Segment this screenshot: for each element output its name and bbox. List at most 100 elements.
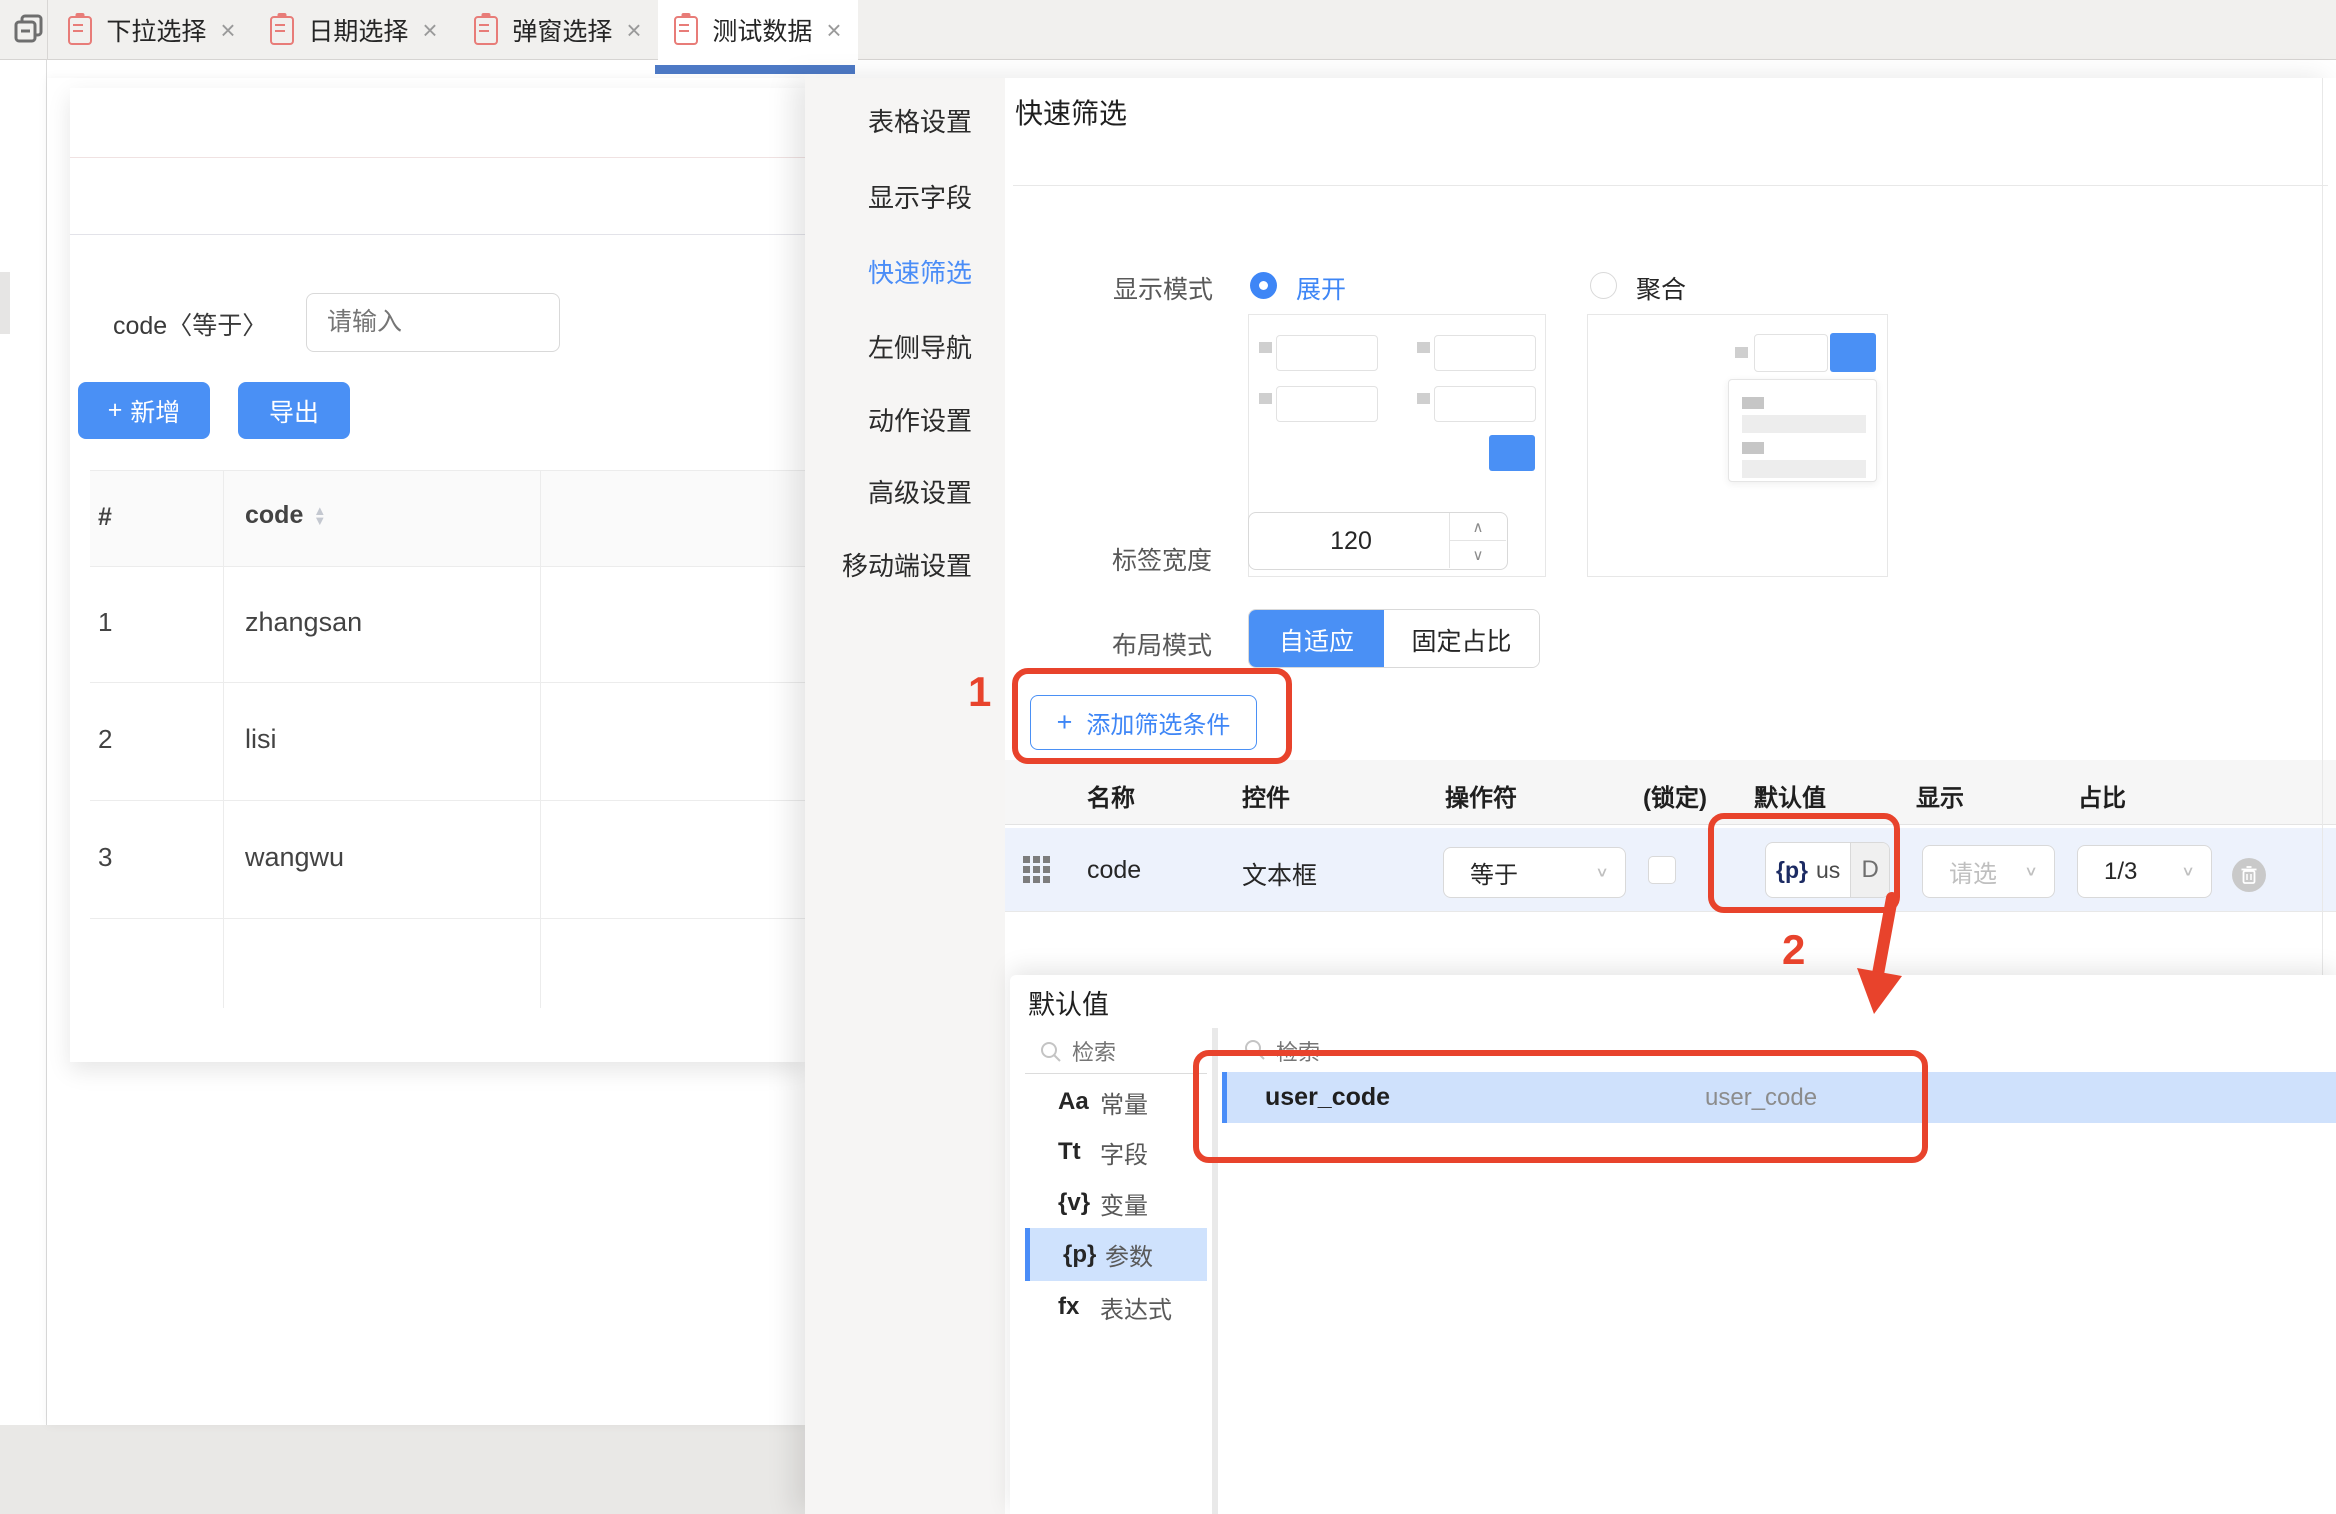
export-button[interactable]: 导出 [238, 382, 350, 439]
radio-aggregate[interactable] [1590, 272, 1617, 299]
cell-code: zhangsan [245, 607, 362, 638]
cell-code: lisi [245, 724, 277, 755]
ratio-select[interactable]: 1/3 ∨ [2077, 845, 2212, 898]
category-item-parameter-selected[interactable]: {p} 参数 [1025, 1228, 1207, 1281]
category-search-input[interactable] [1070, 1035, 1204, 1071]
chevron-down-icon: ∨ [2181, 863, 2195, 880]
table-row[interactable]: 2 lisi [90, 683, 805, 801]
filter-field-label: code〈等于〉 [113, 306, 267, 342]
col-header-code[interactable]: code ▲▼ [245, 501, 326, 530]
drawer-title: 快速筛选 [1015, 92, 1127, 132]
preview-dropdown-panel [1728, 379, 1877, 482]
trash-icon [2241, 866, 2257, 884]
layout-mode-label: 布局模式 [1112, 626, 1212, 662]
add-record-button[interactable]: + 新增 [78, 382, 210, 439]
operator-select[interactable]: 等于 ∨ [1443, 847, 1626, 898]
table-row[interactable]: 1 zhangsan [90, 567, 805, 683]
sort-icon[interactable]: ▲▼ [313, 506, 326, 526]
cell-index: 1 [98, 607, 112, 638]
data-table: # code ▲▼ 1 zhangsan 2 lisi 3 wangwu [90, 470, 805, 1007]
aggregate-mode-preview-card[interactable] [1587, 314, 1888, 577]
sidebar-item-action-settings[interactable]: 动作设置 [868, 401, 972, 438]
page-icon [270, 16, 294, 45]
radio-expand-label[interactable]: 展开 [1296, 270, 1346, 306]
panel-title: 默认值 [1028, 983, 1109, 1022]
category-item-variable[interactable]: {v} 变量 [1025, 1178, 1207, 1228]
restore-window-icon[interactable] [13, 13, 45, 45]
annotation-number-1: 1 [968, 668, 991, 716]
category-item-field[interactable]: Tt 字段 [1025, 1127, 1207, 1177]
category-search[interactable] [1025, 1033, 1207, 1073]
data-browser-dialog: code〈等于〉 + 新增 导出 # code ▲▼ 1 zhangsan [70, 88, 805, 1062]
drawer-sidebar: 表格设置 显示字段 快速筛选 左侧导航 动作设置 高级设置 移动端设置 [805, 78, 1005, 1514]
row-widget-type: 文本框 [1242, 856, 1317, 892]
close-icon[interactable]: × [626, 17, 641, 43]
stepper-up-button[interactable]: ∧ [1450, 513, 1506, 540]
annotation-box-target [1193, 1050, 1928, 1163]
tab-popup-select[interactable]: 弹窗选择 × [466, 0, 650, 60]
filter-config-header: 名称 控件 操作符 (锁定) 默认值 显示 占比 [1005, 760, 2336, 825]
close-icon[interactable]: × [826, 17, 841, 43]
drawer-scroll-edge [2322, 78, 2323, 975]
tabbar-divider [47, 0, 48, 60]
radio-expand-dot [1259, 281, 1268, 290]
label-width-label: 标签宽度 [1112, 541, 1212, 577]
sidebar-item-table-settings[interactable]: 表格设置 [868, 102, 972, 139]
rail-marker [0, 272, 10, 334]
search-icon [1040, 1041, 1062, 1063]
layout-mode-segmented: 自适应 固定占比 [1248, 609, 1540, 668]
tab-label: 弹窗选择 [512, 12, 612, 48]
active-tab-underline [655, 65, 855, 74]
display-mode-label: 显示模式 [1113, 270, 1213, 306]
tab-test-data-active[interactable]: 测试数据 × [658, 0, 858, 60]
delete-row-button[interactable] [2232, 858, 2266, 892]
cell-index: 2 [98, 724, 112, 755]
sidebar-item-advanced-settings[interactable]: 高级设置 [868, 473, 972, 510]
tab-date-select[interactable]: 日期选择 × [262, 0, 446, 60]
page-icon [474, 16, 498, 45]
divider [70, 157, 805, 158]
close-icon[interactable]: × [422, 17, 437, 43]
segment-fixed-ratio[interactable]: 固定占比 [1384, 610, 1539, 668]
page-bottom-strip [0, 1425, 810, 1514]
sidebar-item-left-nav[interactable]: 左侧导航 [868, 328, 972, 365]
tab-label: 测试数据 [712, 12, 812, 48]
cell-code: wangwu [245, 842, 344, 873]
page-icon [674, 16, 698, 45]
cell-index: 3 [98, 842, 112, 873]
locked-checkbox[interactable] [1648, 856, 1676, 884]
stepper-down-button[interactable]: ∨ [1450, 541, 1506, 568]
annotation-number-2: 2 [1782, 926, 1805, 974]
close-icon[interactable]: × [220, 17, 235, 43]
annotation-box-step1 [1012, 668, 1292, 764]
chevron-down-icon: ∨ [2024, 863, 2038, 880]
radio-aggregate-label[interactable]: 聚合 [1636, 270, 1686, 306]
tab-label: 日期选择 [308, 12, 408, 48]
category-item-constant[interactable]: Aa 常量 [1025, 1077, 1207, 1127]
table-header-row: # code ▲▼ [90, 470, 805, 567]
segment-adaptive[interactable]: 自适应 [1249, 610, 1384, 668]
sidebar-item-display-fields[interactable]: 显示字段 [868, 178, 972, 215]
chevron-down-icon: ∨ [1595, 864, 1609, 881]
filter-value-input[interactable] [306, 293, 560, 352]
tab-dropdown-select[interactable]: 下拉选择 × [62, 0, 242, 60]
preview-blue-button [1489, 435, 1535, 471]
row-field-name: code [1087, 856, 1141, 885]
label-width-stepper: ∧ ∨ [1248, 512, 1508, 570]
table-row[interactable]: 3 wangwu [90, 801, 805, 919]
filter-config-row: code 文本框 等于 ∨ {p} us D 请选 ∨ [1005, 828, 2336, 912]
sidebar-item-quick-filter[interactable]: 快速筛选 [868, 253, 972, 290]
sidebar-item-mobile-settings[interactable]: 移动端设置 [842, 546, 972, 583]
col-header-index: # [98, 503, 112, 532]
display-select[interactable]: 请选 ∨ [1922, 845, 2055, 898]
category-item-expression[interactable]: fx 表达式 [1025, 1282, 1207, 1332]
drag-handle[interactable] [1023, 856, 1050, 883]
label-width-input[interactable] [1249, 513, 1453, 570]
preview-blue-button [1830, 333, 1876, 372]
app-window: 下拉选择 × 日期选择 × 弹窗选择 × 测试数据 × code〈等于〉 + 新… [0, 0, 2336, 1514]
tab-label: 下拉选择 [106, 12, 206, 48]
plus-icon: + [108, 396, 123, 425]
annotation-arrow [1830, 892, 1920, 1022]
divider [70, 234, 805, 235]
page-icon [68, 16, 92, 45]
